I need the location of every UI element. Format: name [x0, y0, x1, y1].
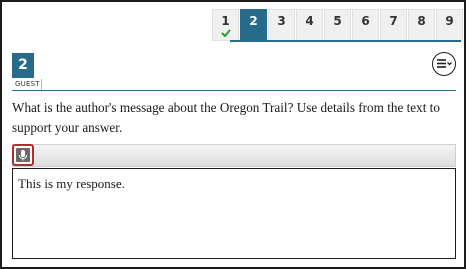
- tab-question-2[interactable]: 2: [240, 9, 267, 41]
- tab-question-5[interactable]: 5: [324, 9, 351, 41]
- mic-button-face: [16, 148, 30, 162]
- header-divider: [12, 90, 456, 91]
- tab-question-6[interactable]: 6: [352, 9, 379, 41]
- tab-label: 5: [333, 14, 342, 28]
- test-window: 1 2 3 4 5 6 7 8 9 2 GUEST What is the au…: [0, 0, 466, 269]
- tab-label: 2: [249, 14, 258, 28]
- tab-label: 8: [417, 14, 426, 28]
- tab-label: 6: [361, 14, 370, 28]
- microphone-icon: [19, 150, 27, 161]
- tab-label: 1: [221, 14, 230, 28]
- speech-to-text-button[interactable]: [12, 144, 34, 166]
- tab-label: 4: [305, 14, 314, 28]
- tab-question-3[interactable]: 3: [268, 9, 295, 41]
- editor-toolbar: [12, 144, 456, 167]
- response-editor[interactable]: This is my response.: [12, 168, 456, 259]
- tab-label: 3: [277, 14, 286, 28]
- user-role-label: GUEST: [12, 79, 42, 90]
- options-menu-button[interactable]: [432, 52, 456, 76]
- tab-question-9[interactable]: 9: [436, 9, 463, 41]
- tab-question-7[interactable]: 7: [380, 9, 407, 41]
- tab-label: 7: [389, 14, 398, 28]
- checkmark-icon: [221, 29, 231, 37]
- options-menu-icon: [437, 59, 452, 68]
- tab-question-8[interactable]: 8: [408, 9, 435, 41]
- tab-question-1[interactable]: 1: [212, 9, 239, 41]
- question-number-badge: 2: [12, 53, 34, 78]
- response-text: This is my response.: [18, 176, 125, 191]
- tab-underline: [230, 40, 461, 42]
- tab-question-4[interactable]: 4: [296, 9, 323, 41]
- tab-label: 9: [445, 14, 454, 28]
- question-prompt: What is the author's message about the O…: [12, 100, 440, 135]
